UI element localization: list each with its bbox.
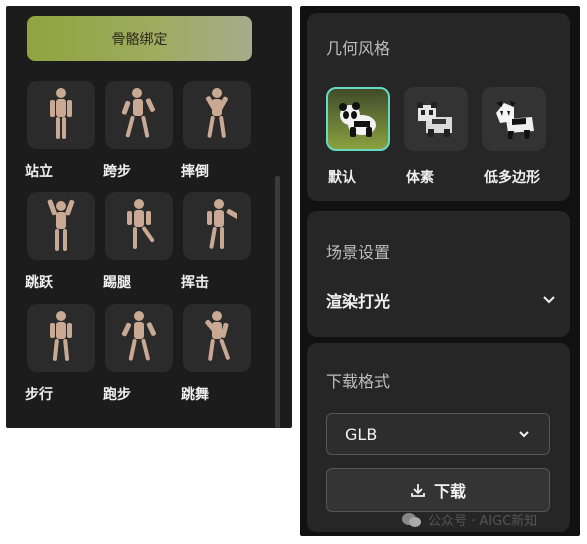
figure-jump-icon (27, 192, 95, 260)
style-label: 默认 (328, 170, 356, 186)
style-label: 体素 (406, 170, 434, 186)
style-label: 低多边形 (484, 170, 540, 186)
figure-kick-icon (105, 192, 173, 260)
figure-punch-icon (183, 192, 251, 260)
animation-label: 跳跃 (25, 275, 53, 291)
animation-panel: 骨骼绑定 站立 跨步 摔倒 跳跃 踢腿 挥击 步行 跑步 跳舞 (6, 6, 292, 428)
watermark: 公众号 · AIGC新知 (402, 510, 537, 529)
figure-run-icon (105, 304, 173, 372)
style-option-low-poly[interactable]: 低多边形 (482, 87, 552, 186)
download-button-label: 下载 (433, 484, 466, 501)
figure-step-icon (105, 81, 173, 149)
animation-item-fall[interactable]: 摔倒 (181, 81, 253, 180)
animation-grid: 骨骼绑定 站立 跨步 摔倒 跳跃 踢腿 挥击 步行 跑步 跳舞 (6, 6, 276, 428)
scrollbar[interactable] (275, 6, 280, 428)
animation-label: 挥击 (181, 275, 209, 291)
rig-skeleton-button[interactable]: 骨骼绑定 (27, 16, 252, 61)
settings-panel: 几何风格 默认 体素 低多边形 场景设置 渲染打光 下载格式 GLB 下载 (300, 6, 580, 536)
figure-dance-icon (183, 304, 251, 372)
section-title: 几何风格 (326, 39, 391, 58)
lighting-dropdown[interactable]: 渲染打光 (326, 289, 556, 311)
scene-settings-section: 场景设置 渲染打光 (307, 211, 570, 337)
animation-item-kick[interactable]: 踢腿 (103, 192, 175, 291)
animation-label: 跨步 (103, 164, 131, 180)
animation-item-dance[interactable]: 跳舞 (181, 304, 253, 403)
animation-item-step[interactable]: 跨步 (103, 81, 175, 180)
figure-fall-icon (183, 81, 251, 149)
animation-label: 摔倒 (181, 164, 209, 180)
animation-item-stand[interactable]: 站立 (25, 81, 97, 180)
animation-item-punch[interactable]: 挥击 (181, 192, 253, 291)
wechat-icon (402, 512, 421, 527)
lighting-dropdown-value: 渲染打光 (326, 292, 391, 311)
chevron-down-icon (543, 296, 555, 304)
download-button[interactable]: 下载 (326, 468, 550, 512)
style-option-default[interactable]: 默认 (326, 87, 396, 186)
panda-voxel-icon (404, 87, 468, 151)
animation-label: 跳舞 (181, 387, 209, 403)
animation-item-run[interactable]: 跑步 (103, 304, 175, 403)
section-title: 下载格式 (326, 372, 391, 391)
animation-item-walk[interactable]: 步行 (25, 304, 97, 403)
animation-label: 站立 (25, 164, 53, 180)
chevron-down-icon (519, 431, 529, 438)
download-icon (411, 484, 425, 497)
panda-low-poly-icon (482, 87, 546, 151)
download-section: 下载格式 GLB 下载 (307, 343, 570, 532)
style-option-voxel[interactable]: 体素 (404, 87, 474, 186)
format-dropdown[interactable]: GLB (326, 413, 550, 455)
animation-label: 跑步 (103, 387, 131, 403)
animation-item-jump[interactable]: 跳跃 (25, 192, 97, 291)
section-title: 场景设置 (326, 243, 391, 262)
animation-label: 步行 (25, 387, 53, 403)
figure-stand-icon (27, 81, 95, 149)
geometry-style-section: 几何风格 默认 体素 低多边形 (307, 13, 570, 201)
figure-walk-icon (27, 304, 95, 372)
scrollbar-thumb[interactable] (275, 176, 280, 428)
format-dropdown-value: GLB (345, 424, 378, 444)
watermark-text: 公众号 · AIGC新知 (428, 514, 538, 529)
panda-default-icon (326, 87, 390, 151)
animation-label: 踢腿 (103, 275, 131, 291)
